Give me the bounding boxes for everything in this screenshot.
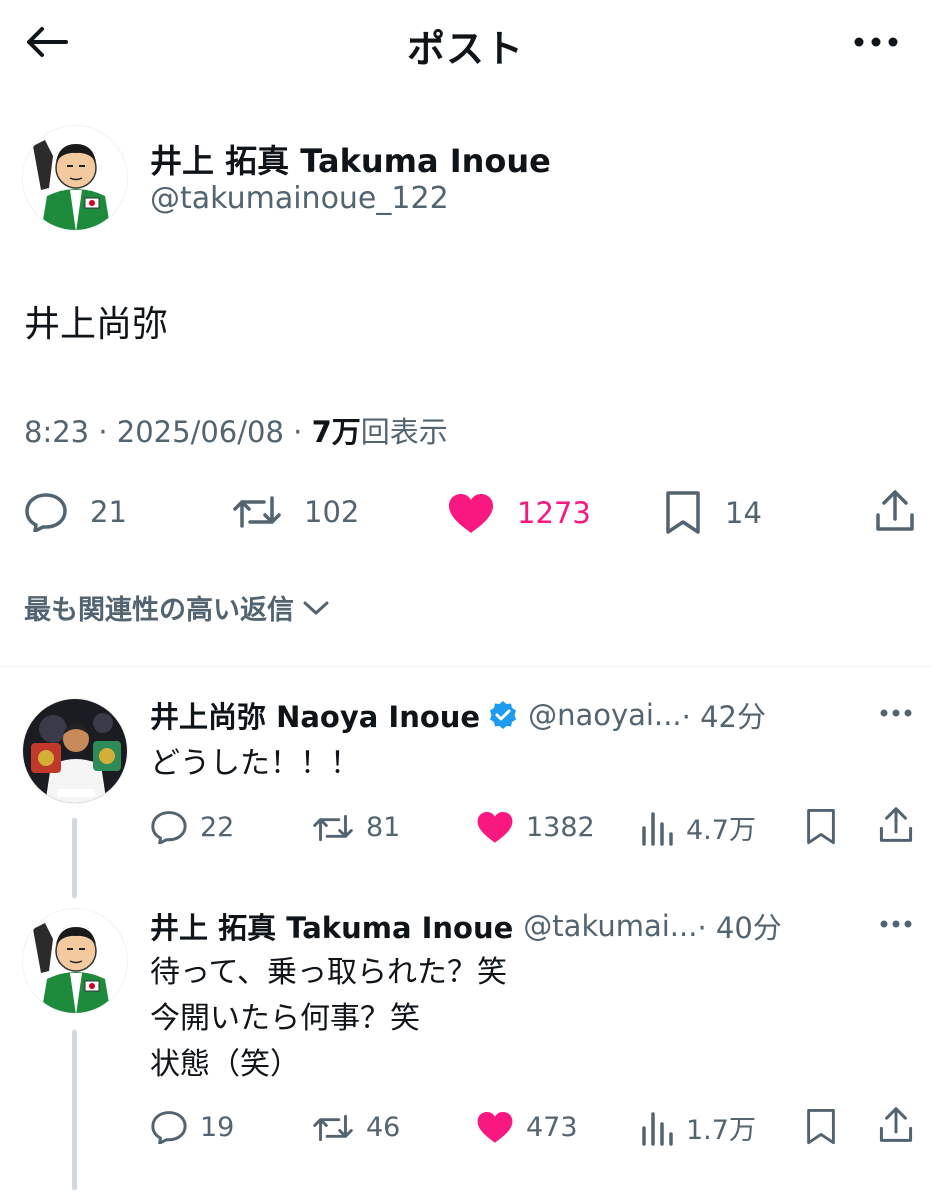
reply-more-icon[interactable] — [879, 919, 913, 929]
reply-like-button[interactable]: 1382 — [476, 810, 595, 844]
author-handle[interactable]: @takumainoue_122 — [150, 181, 449, 216]
heart-filled-icon — [477, 811, 513, 843]
reply-more-icon[interactable] — [879, 708, 913, 718]
avatar-illustration-icon — [23, 126, 127, 230]
share-icon — [879, 1107, 913, 1142]
share-icon — [876, 490, 914, 531]
reply-reply-button[interactable]: 19 — [150, 1110, 234, 1144]
reply-sort-selector[interactable]: 最も関連性の高い返信 — [24, 588, 330, 627]
reply-like-button[interactable]: 473 — [476, 1110, 578, 1144]
author-name[interactable]: 井上 拓真 Takuma Inoue — [150, 136, 551, 182]
reply-share-button[interactable] — [878, 1106, 914, 1144]
reply-bookmark-button[interactable] — [804, 1108, 838, 1146]
reply-icon — [151, 1111, 187, 1144]
post-date: 2025/06/08 — [116, 415, 284, 449]
divider — [0, 666, 931, 667]
reply-author-handle[interactable]: @naoyai... — [528, 698, 682, 732]
views-count: 7万 — [311, 415, 361, 449]
thread-line — [72, 1030, 77, 1190]
reply-bookmark-button[interactable] — [804, 808, 838, 846]
reply-count: 21 — [90, 495, 127, 529]
analytics-bar-icon — [642, 1111, 673, 1146]
reply-repost-count: 81 — [366, 812, 401, 843]
bookmark-count: 14 — [725, 496, 762, 530]
verified-badge-icon — [490, 701, 517, 729]
repost-button[interactable]: 102 — [232, 494, 359, 530]
more-options-button[interactable] — [853, 30, 901, 54]
reply-header: 井上尚弥 Naoya Inoue @naoyai... · 42分 — [150, 694, 766, 736]
post-meta: 8:23 · 2025/06/08 · 7万回表示 — [24, 409, 448, 451]
reply-share-button[interactable] — [878, 806, 914, 844]
reply-views-count: 1.7万 — [686, 1115, 756, 1146]
reply-views-button[interactable]: 4.7万 — [640, 808, 756, 847]
reply-sort-label: 最も関連性の高い返信 — [24, 595, 294, 626]
reply-like-count: 1382 — [526, 811, 595, 843]
repost-icon — [313, 1114, 353, 1141]
bookmark-icon — [807, 809, 835, 845]
page-title: ポスト — [406, 27, 524, 71]
author-avatar[interactable] — [22, 125, 128, 231]
reply-like-count: 473 — [526, 1111, 578, 1143]
reply-header: 井上 拓真 Takuma Inoue @takumai... · 40分 — [150, 905, 782, 947]
repost-count: 102 — [304, 495, 360, 529]
share-button[interactable] — [874, 489, 916, 533]
meta-separator: · — [98, 415, 108, 449]
reply-reply-button[interactable]: 22 — [150, 810, 234, 844]
reply-reply-count: 22 — [200, 811, 235, 843]
reply-avatar[interactable] — [22, 908, 128, 1014]
post-text: 井上尚弥 — [24, 304, 169, 345]
reply-text: どうした！！！ — [150, 746, 360, 781]
reply-icon — [151, 811, 187, 844]
avatar-illustration-icon — [23, 909, 127, 1013]
share-icon — [879, 807, 913, 842]
thread-line — [72, 818, 77, 898]
post-time: 8:23 — [24, 415, 90, 449]
reply-time[interactable]: · 40分 — [697, 905, 781, 947]
reply-text: 待って、乗っ取られた？笑 今開いたら何事？笑 状態（笑） — [150, 955, 507, 1082]
reply-views-button[interactable]: 1.7万 — [640, 1108, 756, 1147]
like-count: 1273 — [517, 496, 591, 530]
heart-filled-icon — [449, 494, 493, 533]
bookmark-icon — [807, 1109, 835, 1145]
reply-author-name[interactable]: 井上尚弥 Naoya Inoue — [150, 694, 480, 736]
avatar-photo-icon — [23, 699, 127, 803]
repost-icon — [313, 814, 353, 841]
reply-avatar[interactable] — [22, 698, 128, 804]
analytics-bar-icon — [642, 811, 673, 846]
reply-repost-button[interactable]: 46 — [312, 1112, 400, 1143]
reply-reply-count: 19 — [200, 1111, 235, 1143]
reply-button[interactable]: 21 — [24, 492, 127, 532]
reply-repost-button[interactable]: 81 — [312, 812, 400, 843]
reply-repost-count: 46 — [366, 1112, 401, 1143]
reply-time[interactable]: · 42分 — [682, 694, 766, 736]
reply-author-handle[interactable]: @takumai... — [523, 909, 697, 943]
chevron-down-icon — [303, 601, 329, 614]
views-label: 回表示 — [360, 415, 448, 449]
reply-author-name[interactable]: 井上 拓真 Takuma Inoue — [150, 905, 513, 947]
meta-separator: · — [293, 415, 303, 449]
reply-views-count: 4.7万 — [686, 815, 756, 846]
like-button[interactable]: 1273 — [447, 492, 591, 534]
heart-filled-icon — [477, 1111, 513, 1143]
bookmark-icon — [666, 491, 700, 534]
bookmark-button[interactable]: 14 — [663, 490, 762, 536]
reply-icon — [25, 493, 67, 532]
repost-icon — [233, 496, 281, 528]
more-horizontal-icon — [854, 37, 898, 47]
top-bar: ポスト — [0, 0, 931, 90]
